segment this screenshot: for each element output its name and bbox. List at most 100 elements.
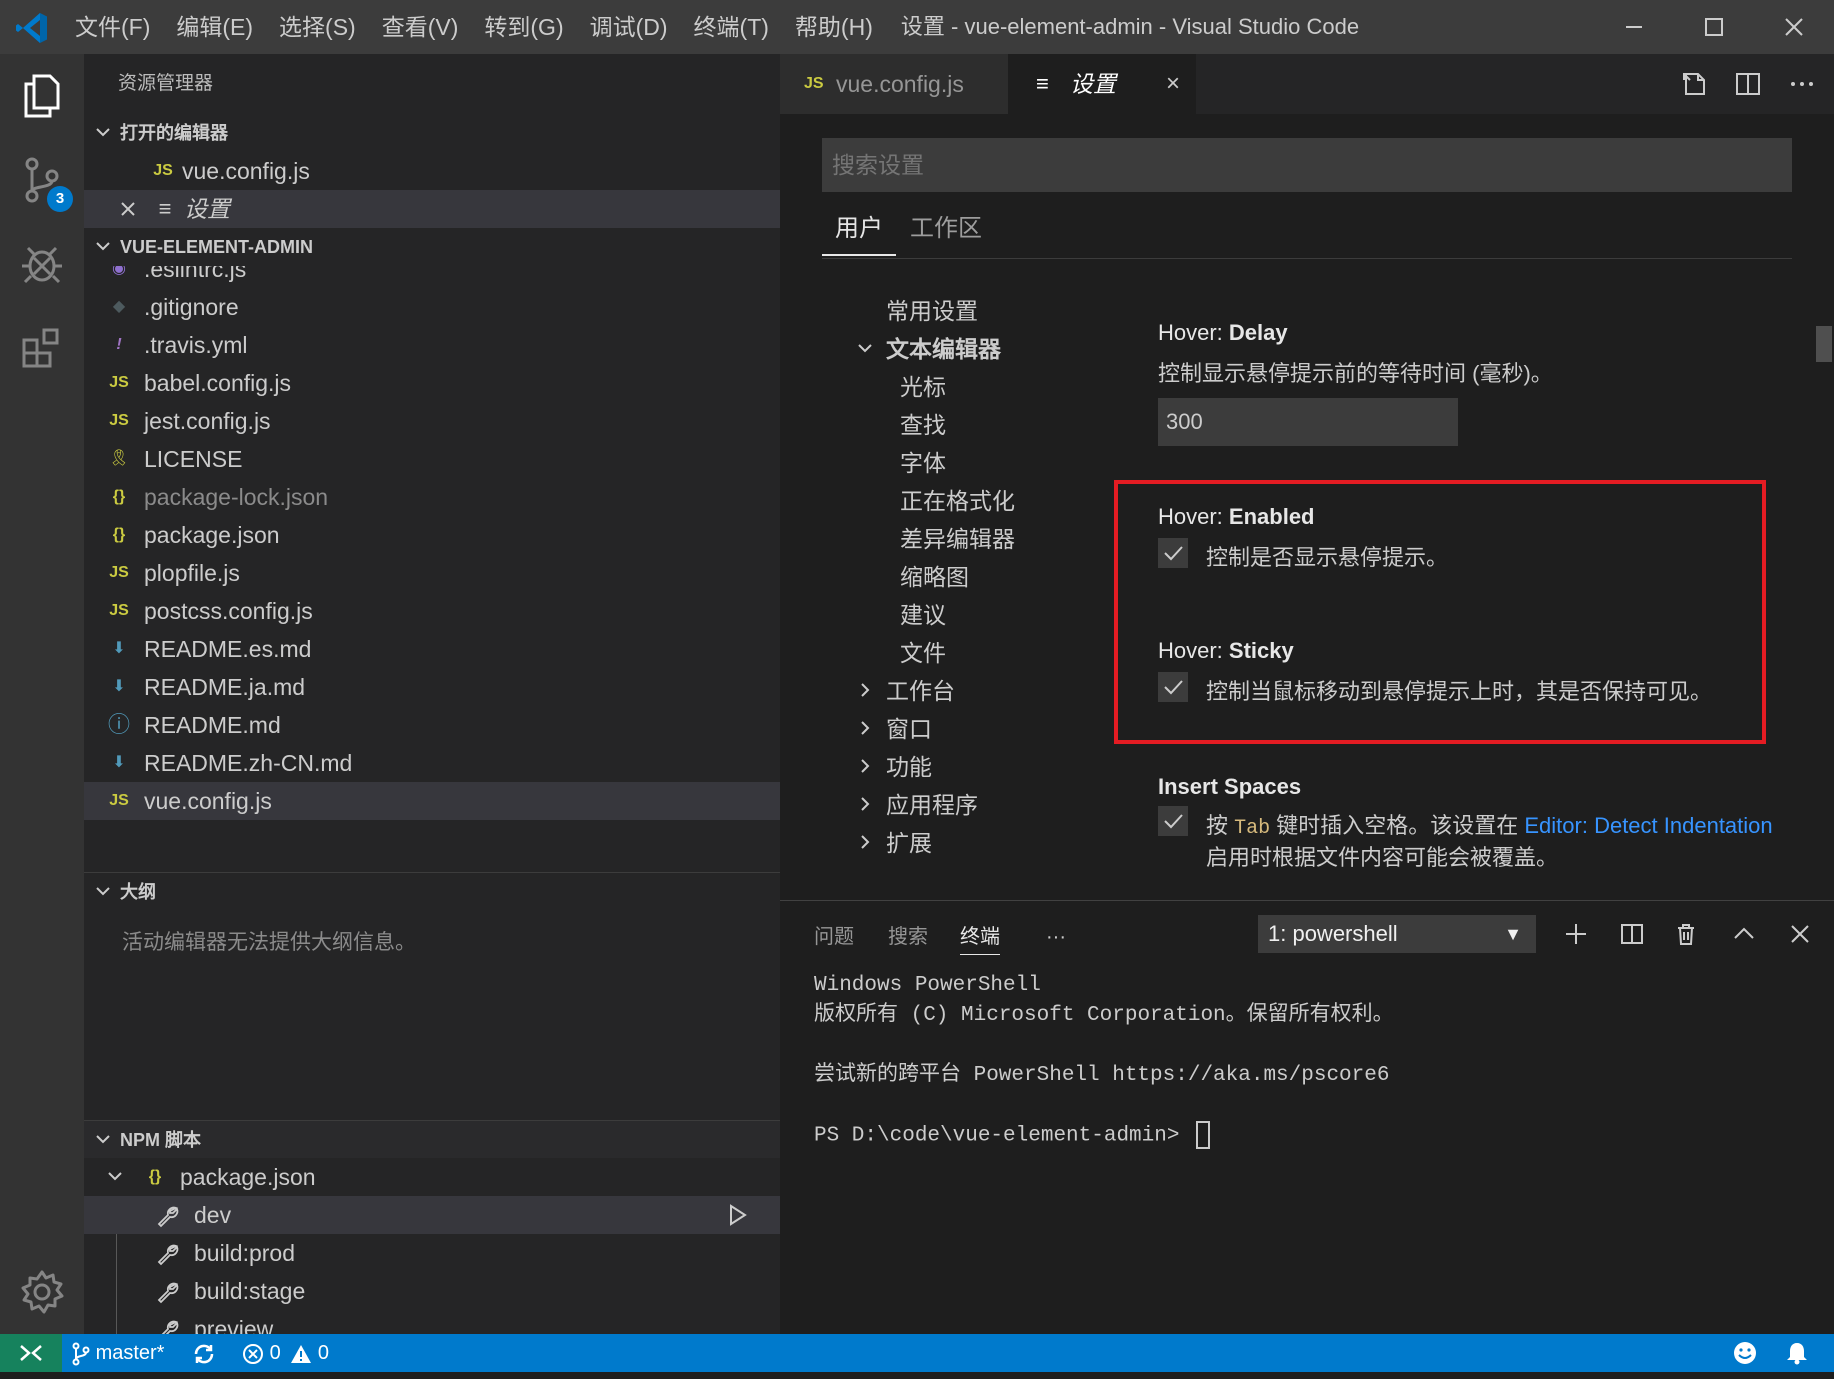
toc-item[interactable]: 差异编辑器 bbox=[900, 520, 1015, 558]
file-item[interactable]: ◆ .gitignore bbox=[84, 288, 780, 326]
maximize-button[interactable] bbox=[1674, 0, 1754, 54]
hover-enabled-checkbox[interactable] bbox=[1158, 538, 1188, 568]
setting-category: Hover: bbox=[1158, 320, 1229, 345]
terminal-output[interactable]: Windows PowerShell 版权所有 (C) Microsoft Cor… bbox=[814, 971, 1394, 1152]
file-item[interactable]: ! .travis.yml bbox=[84, 326, 780, 364]
menu-view[interactable]: 查看(V) bbox=[369, 0, 472, 54]
new-terminal-button[interactable] bbox=[1558, 915, 1594, 953]
manage-button[interactable] bbox=[0, 1250, 84, 1334]
tab-terminal[interactable]: 终端 bbox=[960, 919, 1000, 955]
kill-terminal-button[interactable] bbox=[1668, 915, 1704, 953]
file-item[interactable]: JS plopfile.js bbox=[84, 554, 780, 592]
file-item[interactable]: 🎗 LICENSE bbox=[84, 440, 780, 478]
npm-script-item[interactable]: build:stage bbox=[84, 1272, 780, 1310]
tab-vue-config[interactable]: JS vue.config.js bbox=[780, 54, 1008, 114]
open-editors-header[interactable]: 打开的编辑器 bbox=[84, 114, 780, 152]
insert-spaces-checkbox[interactable] bbox=[1158, 806, 1188, 836]
tab-problems[interactable]: 问题 bbox=[814, 919, 854, 955]
tab-user-settings[interactable]: 用户 bbox=[822, 202, 896, 256]
close-panel-button[interactable] bbox=[1782, 915, 1818, 953]
terminal-line: Windows PowerShell bbox=[814, 974, 1041, 997]
file-item[interactable]: ⬇ README.ja.md bbox=[84, 668, 780, 706]
notifications-button[interactable] bbox=[1784, 1340, 1810, 1379]
toc-item-window[interactable]: 窗口 bbox=[861, 710, 932, 748]
close-window-button[interactable] bbox=[1754, 0, 1834, 54]
open-settings-json-button[interactable] bbox=[1676, 66, 1712, 102]
detect-indentation-link[interactable]: Editor: Detect Indentation bbox=[1524, 813, 1772, 838]
play-icon[interactable] bbox=[728, 1204, 748, 1226]
hover-sticky-checkbox[interactable] bbox=[1158, 672, 1188, 702]
hover-delay-input[interactable]: 300 bbox=[1158, 398, 1458, 446]
remote-button[interactable] bbox=[0, 1334, 62, 1372]
menu-file[interactable]: 文件(F) bbox=[62, 0, 163, 54]
menu-debug[interactable]: 调试(D) bbox=[577, 0, 681, 54]
source-control-button[interactable] bbox=[0, 138, 84, 222]
code-tab: Tab bbox=[1234, 817, 1271, 840]
debug-button[interactable] bbox=[0, 222, 84, 306]
settings-scrollbar[interactable] bbox=[1816, 326, 1832, 362]
open-editor-item[interactable]: ≡ 设置 bbox=[84, 190, 780, 228]
npm-scripts-label: NPM 脚本 bbox=[120, 1130, 201, 1150]
toc-item[interactable]: 建议 bbox=[900, 596, 946, 634]
menu-go[interactable]: 转到(G) bbox=[471, 0, 576, 54]
toc-item[interactable]: 光标 bbox=[900, 368, 946, 406]
file-item[interactable]: JS vue.config.js bbox=[84, 782, 780, 820]
npm-script-item[interactable]: dev bbox=[84, 1196, 780, 1234]
toc-item[interactable]: 正在格式化 bbox=[900, 482, 1015, 520]
npm-script-item[interactable]: preview bbox=[84, 1310, 780, 1334]
file-item[interactable]: {} package.json bbox=[84, 516, 780, 554]
minimize-button[interactable] bbox=[1594, 0, 1674, 54]
toc-item[interactable]: 字体 bbox=[900, 444, 946, 482]
tab-workspace-settings[interactable]: 工作区 bbox=[906, 202, 986, 256]
toc-item-application[interactable]: 应用程序 bbox=[861, 786, 978, 824]
file-item[interactable]: ⬇ README.es.md bbox=[84, 630, 780, 668]
file-item[interactable]: ◉ .eslintrc.js bbox=[84, 266, 780, 288]
setting-description: 按 Tab 键时插入空格。该设置在 Editor: Detect Indenta… bbox=[1206, 808, 1773, 840]
more-tabs-button[interactable]: ··· bbox=[1046, 919, 1066, 955]
toc-item-extensions[interactable]: 扩展 bbox=[861, 824, 932, 862]
menu-selection[interactable]: 选择(S) bbox=[266, 0, 369, 54]
menu-edit[interactable]: 编辑(E) bbox=[163, 0, 266, 54]
toc-item[interactable]: 常用设置 bbox=[886, 292, 978, 330]
extensions-button[interactable] bbox=[0, 306, 84, 390]
file-label: .eslintrc.js bbox=[144, 266, 247, 282]
sync-button[interactable] bbox=[192, 1334, 216, 1372]
toc-item-text-editor[interactable]: 文本编辑器 bbox=[858, 330, 1001, 368]
split-editor-button[interactable] bbox=[1730, 66, 1766, 102]
toc-item[interactable]: 文件 bbox=[900, 634, 946, 672]
checkmark-icon bbox=[1164, 814, 1183, 829]
file-item[interactable]: ⓘ README.md bbox=[84, 706, 780, 744]
open-editor-label: 设置 bbox=[184, 196, 230, 222]
tab-search[interactable]: 搜索 bbox=[888, 919, 928, 955]
file-item[interactable]: JS babel.config.js bbox=[84, 364, 780, 402]
settings-search-input[interactable] bbox=[822, 138, 1792, 192]
branch-indicator[interactable]: master* bbox=[72, 1334, 164, 1372]
split-terminal-button[interactable] bbox=[1614, 915, 1650, 953]
maximize-panel-button[interactable] bbox=[1726, 915, 1762, 953]
npm-script-item[interactable]: build:prod bbox=[84, 1234, 780, 1272]
outline-header[interactable]: 大纲 bbox=[84, 872, 780, 910]
feedback-button[interactable] bbox=[1732, 1340, 1758, 1379]
close-tab-icon[interactable]: × bbox=[1166, 54, 1180, 114]
more-actions-button[interactable] bbox=[1784, 66, 1820, 102]
file-item[interactable]: {} package-lock.json bbox=[84, 478, 780, 516]
close-icon[interactable] bbox=[120, 201, 136, 217]
project-header[interactable]: VUE-ELEMENT-ADMIN bbox=[84, 228, 780, 266]
npm-package-item[interactable]: {} package.json bbox=[84, 1158, 780, 1196]
toc-item-workbench[interactable]: 工作台 bbox=[861, 672, 955, 710]
js-file-icon: JS bbox=[804, 75, 824, 92]
tab-settings[interactable]: ≡ 设置 × bbox=[1008, 54, 1196, 114]
npm-scripts-header[interactable]: NPM 脚本 bbox=[84, 1120, 780, 1158]
setting-description-line2: 启用时根据文件内容可能会被覆盖。 bbox=[1206, 845, 1559, 870]
terminal-select[interactable]: 1: powershell ▼ bbox=[1258, 915, 1536, 953]
menu-terminal[interactable]: 终端(T) bbox=[681, 0, 782, 54]
toc-item[interactable]: 缩略图 bbox=[900, 558, 969, 596]
explorer-button[interactable] bbox=[0, 54, 84, 138]
file-item[interactable]: JS postcss.config.js bbox=[84, 592, 780, 630]
toc-item[interactable]: 查找 bbox=[900, 406, 946, 444]
file-item[interactable]: ⬇ README.zh-CN.md bbox=[84, 744, 780, 782]
problems-indicator[interactable]: 0 0 bbox=[242, 1334, 329, 1372]
file-item[interactable]: JS jest.config.js bbox=[84, 402, 780, 440]
toc-item-features[interactable]: 功能 bbox=[861, 748, 932, 786]
open-editor-item[interactable]: JS vue.config.js bbox=[84, 152, 780, 190]
